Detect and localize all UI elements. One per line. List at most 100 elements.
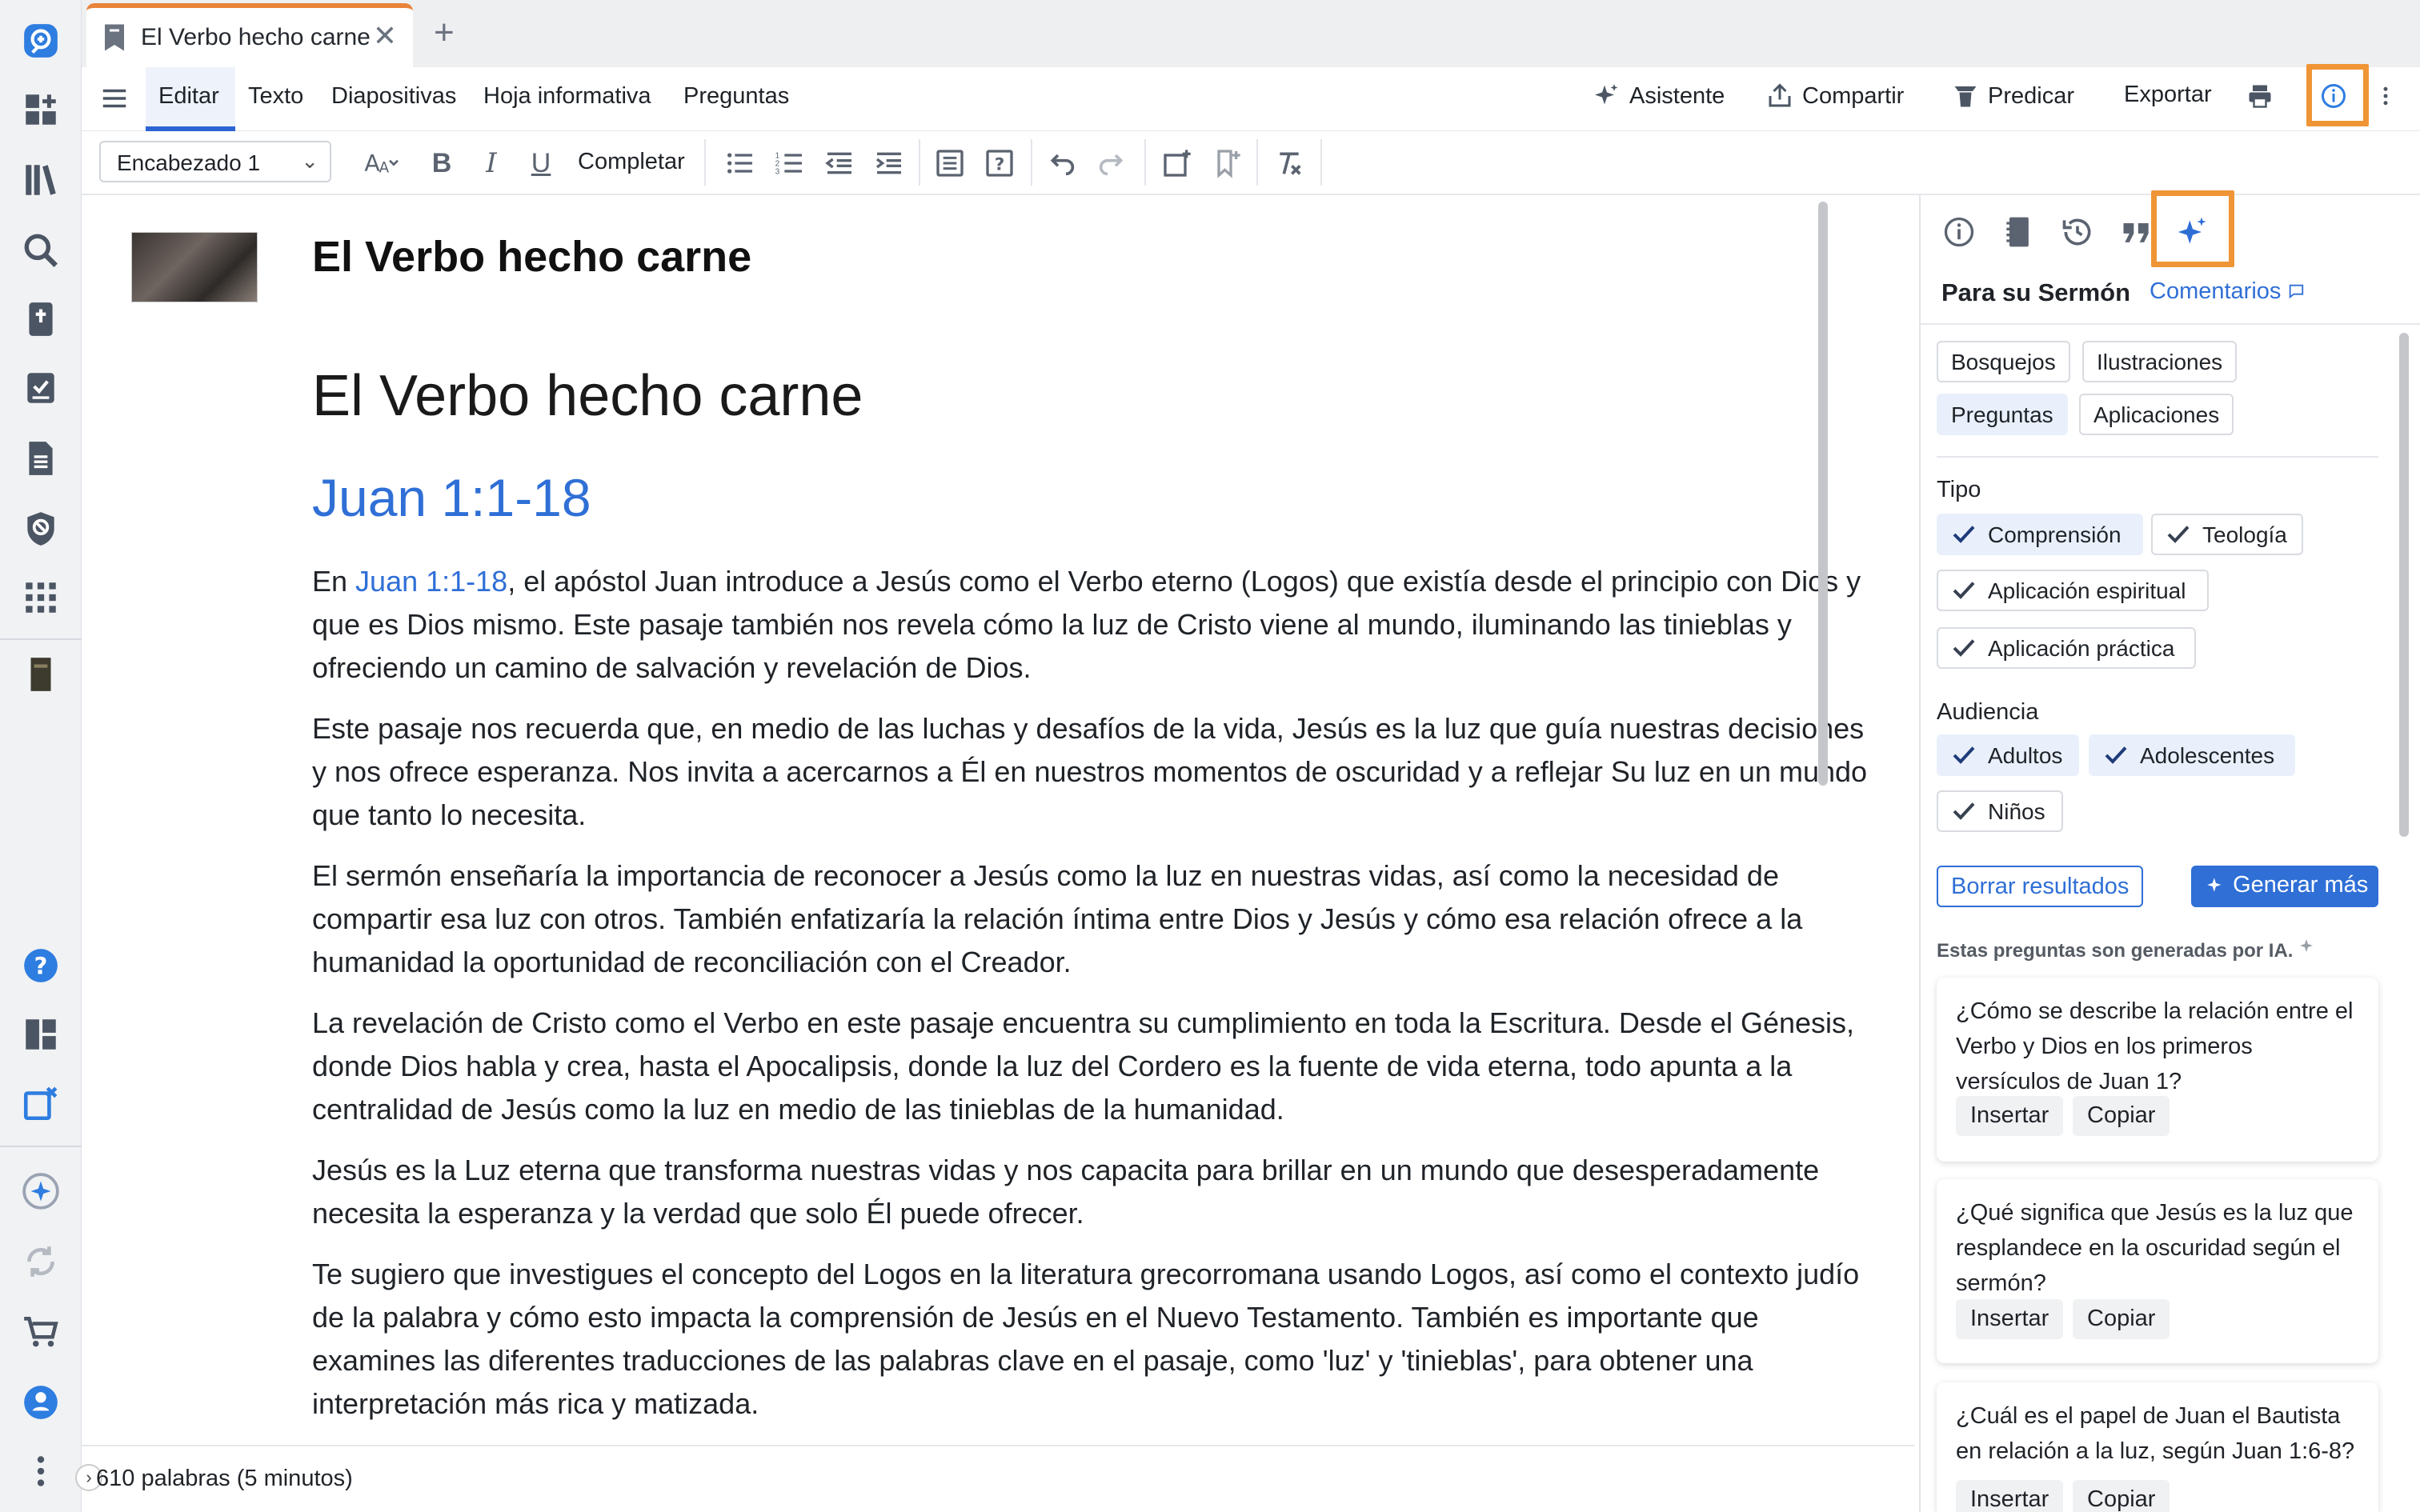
copy-button[interactable]: Copiar [2073, 1096, 2170, 1136]
document-icon[interactable] [18, 435, 64, 482]
more-options-button[interactable] [2374, 82, 2406, 110]
ai-assistant-icon[interactable] [18, 1168, 64, 1214]
indent-button[interactable] [871, 146, 908, 181]
new-tab-button[interactable]: + [434, 13, 455, 53]
menu-preguntas[interactable]: Preguntas [683, 83, 789, 110]
generate-more-button[interactable]: Generar más [2191, 866, 2378, 907]
scripture-link[interactable]: Juan 1:1-18 [355, 565, 507, 598]
panel-tab-info[interactable] [1937, 210, 1981, 254]
account-icon[interactable] [18, 1379, 64, 1426]
filter-teologia[interactable]: Teología [2151, 514, 2303, 555]
document-editor[interactable]: El Verbo hecho carne El Verbo hecho carn… [82, 195, 1898, 1445]
redo-button[interactable] [1093, 146, 1130, 181]
numbered-list-button[interactable]: 123 [771, 146, 808, 181]
preach-button[interactable]: Predicar [1951, 82, 2074, 110]
heading-1[interactable]: El Verbo hecho carne [312, 363, 863, 429]
paragraph-2[interactable]: Este pasaje nos recuerda que, en medio d… [312, 707, 1873, 837]
filter-adultos[interactable]: Adultos [1937, 734, 2079, 776]
check-icon [2167, 526, 2190, 543]
cart-icon[interactable] [18, 1309, 64, 1355]
insert-block-button[interactable] [932, 146, 968, 181]
document-title[interactable]: El Verbo hecho carne [312, 232, 751, 282]
outdent-button[interactable] [821, 146, 858, 181]
rail-divider [0, 638, 82, 640]
paragraph-1[interactable]: En Juan 1:1-18, el apóstol Juan introduc… [312, 560, 1873, 690]
bold-button[interactable]: B [424, 146, 459, 181]
chip-bosquejos[interactable]: Bosquejos [1937, 341, 2070, 382]
close-panels-icon[interactable] [18, 1080, 64, 1126]
question-card: ¿Cómo se describe la relación entre el V… [1937, 978, 2378, 1162]
copy-button[interactable]: Copiar [2073, 1299, 2170, 1339]
insert-question-button[interactable]: ? [981, 146, 1018, 181]
paragraph-4[interactable]: La revelación de Cristo como el Verbo en… [312, 1002, 1873, 1131]
bullet-list-button[interactable] [722, 146, 759, 181]
menu-texto[interactable]: Texto [248, 83, 303, 110]
undo-button[interactable] [1044, 146, 1080, 181]
print-button[interactable] [2246, 82, 2282, 110]
layout-icon[interactable] [18, 1011, 64, 1058]
info-button[interactable] [2319, 82, 2356, 110]
ai-disclaimer: Estas preguntas son generadas por IA. [1937, 936, 2318, 962]
filter-adolescentes[interactable]: Adolescentes [2089, 734, 2295, 776]
share-icon [1769, 83, 1791, 107]
filter-comprension[interactable]: Comprensión [1937, 514, 2143, 555]
info-icon [2322, 84, 2346, 108]
bookmark-icon [1217, 150, 1240, 178]
chip-preguntas[interactable]: Preguntas [1937, 394, 2068, 435]
close-tab-icon[interactable]: ✕ [373, 19, 397, 53]
filter-adultos-label: Adultos [1988, 743, 2063, 768]
paragraph-5[interactable]: Jesús es la Luz eterna que transforma nu… [312, 1149, 1873, 1235]
chip-aplicaciones[interactable]: Aplicaciones [2079, 394, 2234, 435]
clear-format-button[interactable] [1271, 146, 1308, 181]
help-icon[interactable]: ? [18, 942, 64, 989]
paragraph-3[interactable]: El sermón enseñaría la importancia de re… [312, 854, 1873, 984]
bookmark-add-button[interactable] [1208, 146, 1245, 181]
filter-aplicacion-practica[interactable]: Aplicación práctica [1937, 627, 2196, 669]
insert-button[interactable]: Insertar [1956, 1096, 2064, 1136]
scripture-heading[interactable]: Juan 1:1-18 [312, 467, 591, 528]
logos-home-icon[interactable] [18, 18, 64, 64]
paragraph-6[interactable]: Te sugiero que investigues el concepto d… [312, 1253, 1873, 1426]
tab-sermon[interactable]: El Verbo hecho carne ✕ [86, 3, 413, 67]
share-button[interactable]: Compartir [1765, 82, 1904, 110]
menu-diapositivas[interactable]: Diapositivas [331, 83, 456, 110]
paragraph-style-select[interactable]: Encabezado 1 ⌄ [99, 141, 331, 182]
complete-button[interactable]: Completar [578, 149, 685, 175]
export-button[interactable]: Exportar [2124, 82, 2212, 108]
filter-aplicacion-espiritual[interactable]: Aplicación espiritual [1937, 570, 2209, 611]
dashboard-add-icon[interactable] [18, 86, 64, 133]
apps-grid-icon[interactable] [18, 574, 64, 621]
clear-results-button[interactable]: Borrar resultados [1937, 866, 2143, 907]
copy-button[interactable]: Copiar [2073, 1480, 2170, 1512]
check-icon [2105, 746, 2127, 764]
font-size-button[interactable]: AA [354, 146, 410, 181]
book-thumbnail-icon[interactable] [18, 651, 64, 698]
panel-tab-history[interactable] [2055, 210, 2100, 254]
panel-scrollbar[interactable] [2399, 333, 2409, 837]
menu-hoja-informativa[interactable]: Hoja informativa [483, 83, 651, 110]
sermon-shield-icon[interactable] [18, 506, 64, 552]
insert-button[interactable]: Insertar [1956, 1299, 2064, 1339]
more-vertical-icon[interactable] [18, 1448, 64, 1494]
comments-link[interactable]: Comentarios [2150, 278, 2305, 305]
checklist-icon[interactable] [18, 365, 64, 411]
panel-tab-ai[interactable] [2170, 210, 2215, 254]
underline-button[interactable]: U [523, 146, 559, 181]
editor-scrollbar[interactable] [1818, 202, 1828, 786]
more-vertical-icon [2383, 86, 2388, 106]
bible-icon[interactable] [18, 296, 64, 342]
assistant-button[interactable]: Asistente [1593, 82, 1725, 110]
hamburger-menu-icon[interactable] [99, 83, 130, 114]
menu-editar[interactable]: Editar [158, 83, 219, 110]
chip-ilustraciones[interactable]: Ilustraciones [2082, 341, 2238, 382]
sync-icon[interactable] [18, 1238, 64, 1285]
document-thumbnail[interactable] [131, 232, 258, 302]
library-icon[interactable] [18, 157, 64, 203]
insert-button[interactable]: Insertar [1956, 1480, 2064, 1512]
panel-tab-notebook[interactable] [1996, 210, 2041, 254]
toolbar-divider [1031, 139, 1032, 186]
insert-element-button[interactable] [1159, 146, 1196, 181]
italic-button[interactable]: I [474, 146, 509, 181]
search-icon[interactable] [18, 227, 64, 274]
filter-ninos[interactable]: Niños [1937, 790, 2063, 832]
